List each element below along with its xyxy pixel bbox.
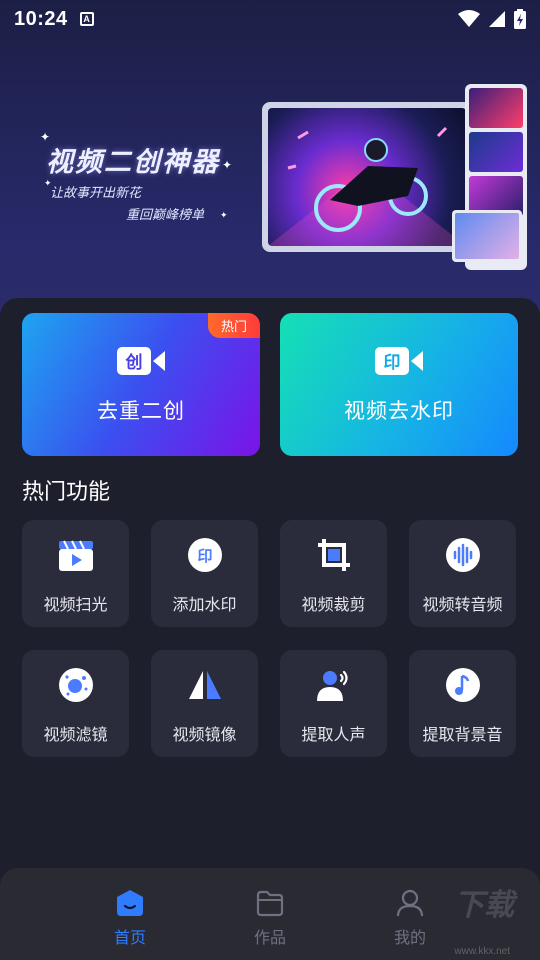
remove-watermark-label: 视频去水印	[344, 399, 454, 423]
tool-video-filter[interactable]: 视频滤镜	[22, 650, 129, 757]
tool-label: 添加水印	[172, 597, 237, 614]
tool-label: 视频转音频	[422, 597, 503, 614]
signal-icon	[489, 11, 505, 27]
clapperboard-icon	[58, 537, 94, 573]
banner-subtitle-1: 让故事开出新花	[50, 185, 142, 200]
card-icon-text: 印	[384, 353, 401, 373]
nav-label: 作品	[253, 930, 286, 947]
music-note-icon	[445, 667, 481, 703]
tool-label: 视频裁剪	[301, 597, 366, 614]
tool-label: 提取人声	[301, 727, 366, 744]
site-watermark-logo: 下载	[454, 889, 514, 922]
promo-banner[interactable]: ✦ ✦ ✦ ✦ 视频二创神器 让故事开出新花 重回巅峰榜单	[0, 60, 540, 280]
status-time: 10:24	[14, 7, 68, 30]
tool-label: 提取背景音	[422, 727, 503, 744]
card-icon-text: 创	[125, 352, 143, 373]
nav-label: 首页	[113, 930, 146, 947]
tool-extract-voice[interactable]: 提取人声	[280, 650, 387, 757]
tool-video-sweep[interactable]: 视频扫光	[22, 520, 129, 627]
site-watermark-url: www.kkx.net	[454, 946, 510, 957]
banner-title: 视频二创神器	[46, 147, 220, 177]
folder-icon	[256, 890, 284, 917]
video-create-icon: 创	[117, 346, 165, 375]
voice-icon	[316, 667, 352, 703]
tool-label: 视频扫光	[43, 597, 108, 614]
remove-watermark-card[interactable]: 印 视频去水印	[280, 313, 518, 456]
tool-video-mirror[interactable]: 视频镜像	[151, 650, 258, 757]
laptop-illustration	[262, 102, 472, 252]
status-icons	[458, 9, 526, 29]
banner-subtitle-2: 重回巅峰榜单	[126, 207, 205, 222]
tool-label: 视频镜像	[172, 727, 237, 744]
audio-wave-icon	[445, 537, 481, 573]
tool-extract-background-audio[interactable]: 提取背景音	[409, 650, 516, 757]
wifi-icon	[458, 10, 480, 27]
battery-icon	[514, 9, 526, 29]
nav-label: 我的	[393, 930, 426, 947]
sparkle-icon: ✦	[220, 210, 228, 220]
sparkle-icon: ✦	[222, 158, 233, 172]
tool-label: 视频滤镜	[43, 727, 108, 744]
watermark-icon: 印	[187, 537, 223, 573]
tool-video-crop[interactable]: 视频裁剪	[280, 520, 387, 627]
section-title: 热门功能	[22, 479, 111, 504]
hot-badge: 热门	[208, 313, 260, 338]
motorcycle-image	[268, 108, 466, 246]
mirror-icon	[187, 667, 223, 703]
small-thumbnail	[452, 210, 522, 262]
video-watermark-icon: 印	[375, 346, 423, 375]
thumbnail-image	[469, 132, 523, 172]
home-icon	[117, 890, 143, 916]
nav-home[interactable]: 首页	[90, 868, 170, 960]
tool-grid: 视频扫光 印 添加水印 视频裁剪 视频转音频 视频滤镜 视频镜像 提取人声 提取…	[22, 520, 518, 757]
svg-text:印: 印	[197, 547, 212, 565]
status-bar: 10:24 A	[0, 0, 540, 38]
user-icon	[396, 889, 424, 917]
motorcycle-illustration	[268, 126, 466, 246]
thumbnail-image	[469, 88, 523, 128]
nav-works[interactable]: 作品	[230, 868, 310, 960]
tool-video-to-audio[interactable]: 视频转音频	[409, 520, 516, 627]
nav-profile[interactable]: 我的	[370, 868, 450, 960]
tool-add-watermark[interactable]: 印 添加水印	[151, 520, 258, 627]
filter-icon	[58, 667, 94, 703]
crop-icon	[316, 537, 352, 573]
main-panel: 热门 创 去重二创 印 视频去水印 热门功能 视频扫光 印 添加水印 视频裁剪 …	[0, 298, 540, 960]
dedupe-label: 去重二创	[97, 399, 185, 423]
notification-icon: A	[79, 12, 94, 26]
dedupe-card[interactable]: 热门 创 去重二创	[22, 313, 260, 456]
